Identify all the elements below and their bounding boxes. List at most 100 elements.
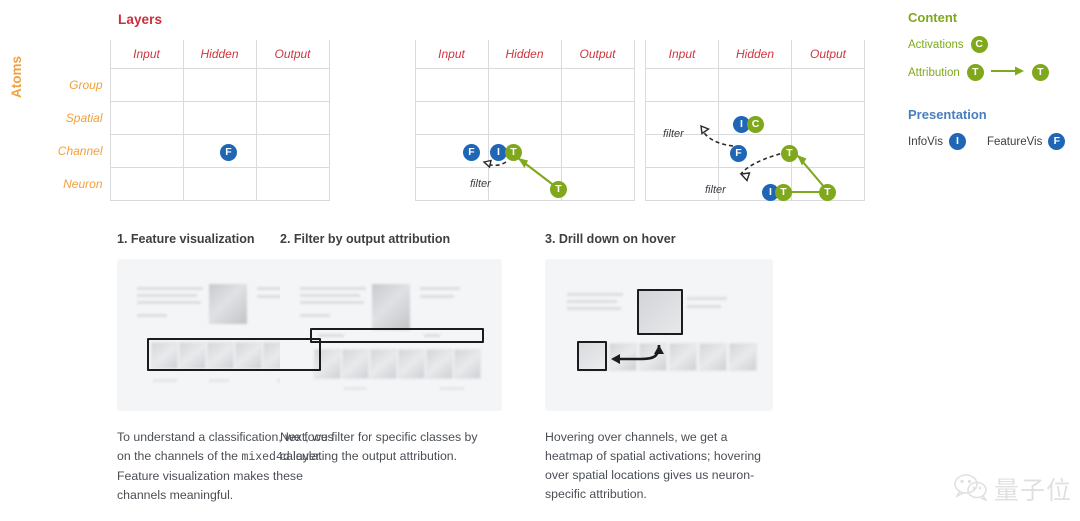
legend-row-attribution: Attribution T T xyxy=(908,64,1080,81)
matrix-col-header-output: Output xyxy=(255,40,330,69)
matrix-section: Layers Atoms Input Hidden Output Group S… xyxy=(0,0,1080,222)
matrix-cell-group-hidden xyxy=(182,67,257,102)
legend-infovis-label: InfoVis xyxy=(908,135,943,148)
matrix-cell-neuron-hidden xyxy=(182,166,257,201)
legend-featurevis-label: FeatureVis xyxy=(986,135,1043,148)
matrix-col-header-hidden: Hidden xyxy=(487,40,562,69)
badge-featurevis[interactable]: F xyxy=(1048,133,1066,150)
step-3-title: 3. Drill down on hover xyxy=(545,232,676,246)
watermark-text: 量子位 xyxy=(993,476,1072,505)
badge-attribution-source[interactable]: T xyxy=(966,64,984,81)
matrix-cell-channel-output xyxy=(255,133,330,168)
legend-activations-label: Activations xyxy=(908,38,964,51)
matrix-cell-channel-output xyxy=(791,133,865,168)
matrix-col-header-output: Output xyxy=(791,40,865,69)
badge-infovis[interactable]: I xyxy=(948,133,966,150)
matrix-row-spacer xyxy=(380,101,415,134)
step-3: 3. Drill down on hover Hovering over cha… xyxy=(545,232,810,505)
matrix-cell-spatial-input xyxy=(109,100,184,135)
matrix-col-header-input: Input xyxy=(414,40,489,69)
legend-panel: Content Activations C Attribution T T Pr… xyxy=(908,10,1080,150)
matrix-cell-neuron-output xyxy=(791,166,865,201)
matrix-cell-channel-hidden xyxy=(487,133,562,168)
matrix-cell-spatial-output xyxy=(560,100,635,135)
matrix-cell-spatial-hidden xyxy=(182,100,257,135)
matrix-col-header-hidden: Hidden xyxy=(182,40,257,69)
legend-row-activations: Activations C xyxy=(908,36,1080,53)
matrix-cell-neuron-input xyxy=(109,166,184,201)
step-2-thumbnail[interactable] xyxy=(280,259,502,411)
matrix-grid-1: Input Hidden Output Group Spatial Channe… xyxy=(40,40,330,201)
matrix-panel-1: Input Hidden Output Group Spatial Channe… xyxy=(40,40,330,201)
legend-featurevis-group: FeatureVis F xyxy=(986,133,1066,150)
matrix-row-spacer xyxy=(380,134,415,167)
matrix-cell-spatial-input xyxy=(645,100,719,135)
legend-content-title: Content xyxy=(908,10,958,25)
layers-axis-title: Layers xyxy=(118,12,163,27)
matrix-row-spacer xyxy=(380,68,415,101)
matrix-panel-3: Input Hidden Output I C F T I T T filter… xyxy=(645,40,865,201)
matrix-col-header-input: Input xyxy=(645,40,719,69)
matrix-cell-group-hidden xyxy=(718,67,792,102)
hover-arrow-path xyxy=(617,344,661,361)
matrix-cell-channel-hidden xyxy=(182,133,257,168)
matrix-grid-2: Input Hidden Output xyxy=(380,40,635,201)
matrix-panel-2: Input Hidden Output F I T T filter xyxy=(380,40,635,201)
step-3-caption-pre: Hovering over channels, we get a heatmap… xyxy=(545,430,762,501)
matrix-cell-neuron-input xyxy=(645,166,719,201)
matrix-cell-channel-input xyxy=(645,133,719,168)
matrix-col-header-input: Input xyxy=(109,40,184,69)
legend-presentation-title: Presentation xyxy=(908,107,987,122)
step-3-arrows xyxy=(545,259,773,411)
matrix-cell-spatial-hidden xyxy=(487,100,562,135)
hover-arrow-head-up xyxy=(654,345,664,354)
matrix-row-label-group: Group xyxy=(69,77,103,92)
matrix-col-header-hidden: Hidden xyxy=(718,40,792,69)
matrix-row-label-neuron: Neuron xyxy=(63,176,103,191)
matrix-cell-group-input xyxy=(414,67,489,102)
step-3-caption: Hovering over channels, we get a heatmap… xyxy=(545,428,770,505)
hover-arrow-head-left xyxy=(611,354,620,364)
matrix-cell-channel-input xyxy=(109,133,184,168)
matrix-cell-neuron-output xyxy=(255,166,330,201)
matrix-cell-group-output xyxy=(791,67,865,102)
matrix-cell-neuron-hidden xyxy=(487,166,562,201)
matrix-cell-channel-hidden xyxy=(718,133,792,168)
arrow-right-icon xyxy=(990,65,1025,80)
drilldown-arrows xyxy=(611,344,664,364)
matrix-cell-neuron-hidden xyxy=(718,166,792,201)
watermark: 量子位 xyxy=(954,471,1072,507)
highlight-filter-bar xyxy=(310,328,484,343)
step-2-caption-pre: Next, we filter for specific classes by … xyxy=(280,430,478,463)
highlight-channel-strip xyxy=(147,338,321,371)
atoms-axis-title: Atoms xyxy=(9,55,24,98)
matrix-cell-spatial-hidden xyxy=(718,100,792,135)
matrix-grid-3: Input Hidden Output xyxy=(645,40,865,201)
step-2-title: 2. Filter by output attribution xyxy=(280,232,451,246)
matrix-cell-channel-output xyxy=(560,133,635,168)
matrix-cell-spatial-output xyxy=(255,100,330,135)
matrix-cell-group-input xyxy=(109,67,184,102)
matrix-cell-neuron-output xyxy=(560,166,635,201)
matrix-row-spacer xyxy=(380,167,415,200)
matrix-cell-spatial-output xyxy=(791,100,865,135)
badge-activations[interactable]: C xyxy=(970,36,988,53)
matrix-cell-channel-input xyxy=(414,133,489,168)
step-2-caption: Next, we filter for specific classes by … xyxy=(280,428,505,467)
matrix-cell-group-hidden xyxy=(487,67,562,102)
badge-attribution-target[interactable]: T xyxy=(1031,64,1049,81)
legend-row-presentation: InfoVis I FeatureVis F xyxy=(908,133,1080,150)
matrix-row-label-channel: Channel xyxy=(57,143,103,158)
matrix-row-label-spatial: Spatial xyxy=(65,110,103,125)
wechat-logo-icon xyxy=(954,473,989,506)
matrix-cell-group-input xyxy=(645,67,719,102)
matrix-cell-neuron-input xyxy=(414,166,489,201)
legend-infovis-group: InfoVis I xyxy=(908,133,966,150)
step-3-thumbnail[interactable] xyxy=(545,259,773,411)
matrix-cell-group-output xyxy=(255,67,330,102)
matrix-corner-cell xyxy=(380,40,415,68)
matrix-col-header-output: Output xyxy=(560,40,635,69)
legend-attribution-label: Attribution xyxy=(908,66,960,79)
legend-presentation-block: Presentation InfoVis I FeatureVis F xyxy=(908,107,1080,150)
matrix-cell-spatial-input xyxy=(414,100,489,135)
